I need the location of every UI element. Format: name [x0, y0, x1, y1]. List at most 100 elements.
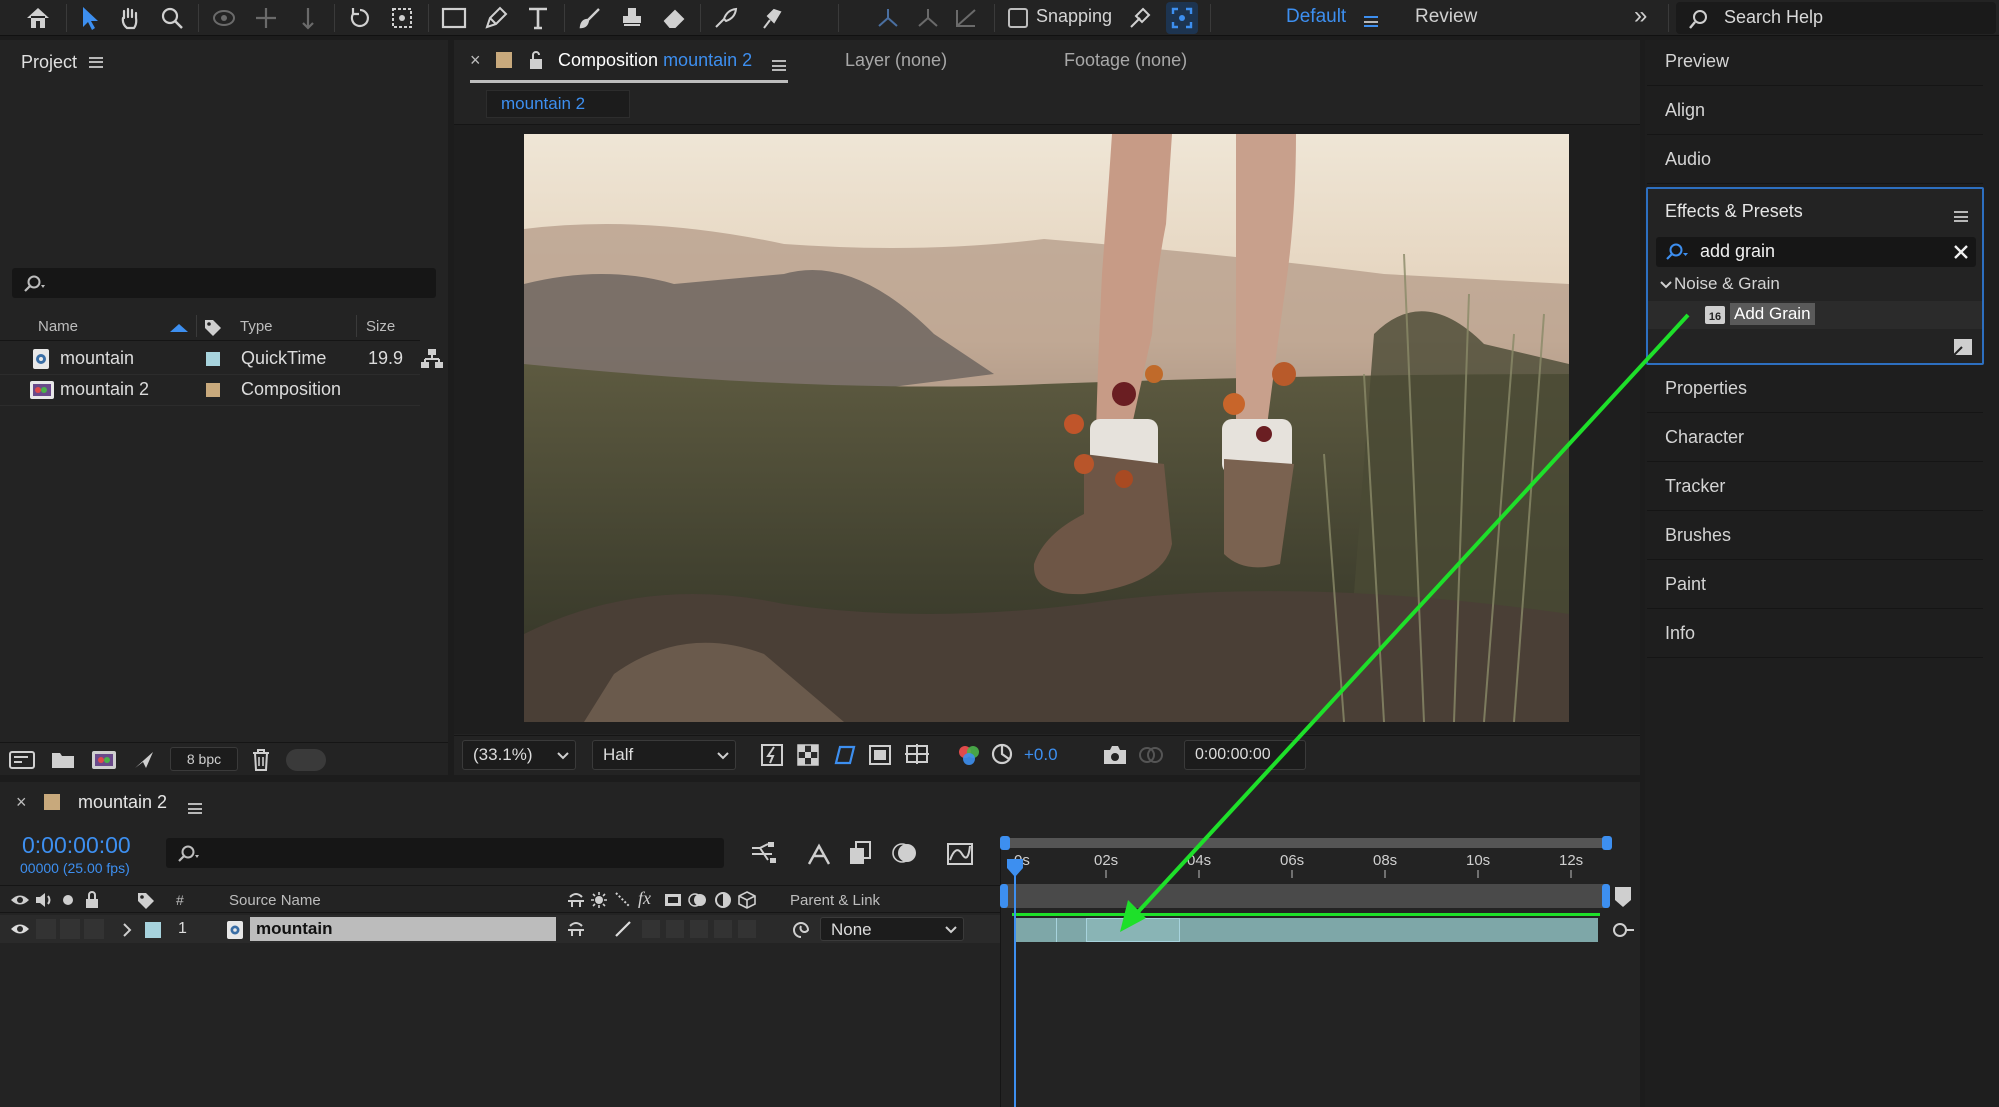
clone-stamp-tool-icon[interactable] [616, 2, 648, 34]
world-axis-mode-icon[interactable] [912, 2, 944, 34]
shy-switch-icon[interactable] [566, 891, 586, 909]
resolution-dropdown[interactable]: Half [592, 740, 736, 770]
lock-switch[interactable] [84, 919, 104, 939]
preview-panel[interactable]: Preview [1647, 38, 1983, 86]
new-preset-icon[interactable] [1952, 337, 1974, 357]
close-tab-icon[interactable]: × [470, 50, 481, 71]
eye-icon[interactable] [10, 893, 30, 907]
project-item-row[interactable]: mountain 2 Composition [0, 375, 420, 406]
region-of-interest-icon[interactable] [868, 743, 892, 767]
pan-camera-icon[interactable] [250, 2, 282, 34]
dolly-camera-icon[interactable] [292, 2, 324, 34]
info-panel[interactable]: Info [1647, 610, 1983, 658]
mask-visibility-icon[interactable] [832, 743, 858, 767]
workspace-review[interactable]: Review [1415, 6, 1477, 28]
properties-panel[interactable]: Properties [1647, 365, 1983, 413]
type-tool-icon[interactable] [522, 2, 554, 34]
composition-frame[interactable] [524, 134, 1569, 722]
label-color-swatch[interactable] [206, 352, 220, 366]
home-icon[interactable] [22, 2, 54, 34]
project-bpc-button[interactable]: 8 bpc [170, 747, 238, 771]
rotation-tool-icon[interactable] [344, 2, 376, 34]
render-queue-icon[interactable] [132, 749, 156, 771]
quality-switch-icon[interactable] [614, 891, 632, 909]
anchor-point-tool-icon[interactable] [386, 2, 418, 34]
composition-menu-icon[interactable] [772, 55, 786, 76]
pick-whip-icon[interactable] [790, 919, 812, 939]
close-tab-icon[interactable]: × [16, 792, 27, 813]
snapshot-camera-icon[interactable] [1102, 744, 1128, 766]
workspace-default[interactable]: Default [1286, 6, 1346, 28]
project-toggle[interactable] [286, 749, 326, 771]
grid-guides-icon[interactable] [904, 743, 930, 769]
tracker-panel[interactable]: Tracker [1647, 463, 1983, 511]
lock-icon[interactable] [528, 50, 544, 70]
snapping-options-icon[interactable] [1124, 2, 1156, 34]
snap-target-icon[interactable] [1166, 2, 1198, 34]
new-composition-icon[interactable] [90, 749, 118, 771]
solo-switch[interactable] [60, 919, 80, 939]
exposure-value[interactable]: +0.0 [1024, 745, 1058, 765]
lock-icon[interactable] [84, 890, 100, 910]
3d-layer-icon[interactable] [738, 891, 756, 909]
workspace-menu-icon[interactable] [1364, 11, 1378, 32]
view-axis-mode-icon[interactable] [950, 2, 982, 34]
show-snapshot-icon[interactable] [1138, 744, 1164, 766]
puppet-pin-tool-icon[interactable] [756, 2, 788, 34]
column-parent-link[interactable]: Parent & Link [790, 892, 880, 909]
search-help-field[interactable]: Search Help [1676, 2, 1996, 34]
current-time-indicator[interactable] [1014, 866, 1016, 1107]
brush-tool-icon[interactable] [574, 2, 606, 34]
work-area-start[interactable] [1000, 884, 1008, 908]
draft-3d-icon[interactable] [806, 842, 832, 866]
layer-tab[interactable]: Layer (none) [845, 50, 947, 71]
quality-line-icon[interactable] [614, 920, 632, 938]
paint-panel[interactable]: Paint [1647, 561, 1983, 609]
shy-switch-icon[interactable] [566, 920, 586, 938]
time-navigator-bar[interactable] [1000, 836, 1612, 850]
effects-menu-icon[interactable] [1954, 206, 1968, 227]
trash-icon[interactable] [250, 748, 272, 772]
fast-previews-icon[interactable] [760, 743, 784, 767]
work-area-end[interactable] [1602, 884, 1610, 908]
expand-chevron-icon[interactable] [122, 923, 132, 937]
project-menu-icon[interactable] [89, 56, 104, 68]
snapping-checkbox[interactable] [1008, 8, 1028, 28]
column-type[interactable]: Type [240, 318, 273, 335]
column-size[interactable]: Size [366, 318, 395, 335]
timeline-current-time[interactable]: 0:00:00:00 [22, 832, 131, 859]
pen-tool-icon[interactable] [480, 2, 512, 34]
frame-blending-icon[interactable] [848, 840, 874, 866]
label-tag-icon[interactable] [203, 318, 223, 336]
footage-tab[interactable]: Footage (none) [1064, 50, 1187, 71]
label-tag-icon[interactable] [136, 891, 156, 909]
frame-blend-switch-icon[interactable] [664, 891, 682, 909]
effect-item-add-grain[interactable]: 16 Add Grain [1648, 301, 1982, 329]
orbit-camera-icon[interactable] [208, 2, 240, 34]
playhead-handle-icon[interactable] [1006, 858, 1024, 878]
sort-ascending-icon[interactable] [168, 322, 190, 334]
roto-brush-tool-icon[interactable] [710, 2, 742, 34]
motion-blur-icon[interactable] [892, 840, 918, 866]
navigator-end-handle[interactable] [1602, 836, 1612, 850]
character-panel[interactable]: Character [1647, 414, 1983, 462]
comp-button-icon[interactable] [1610, 918, 1636, 942]
clear-search-icon[interactable] [1954, 245, 1968, 259]
zoom-tool-icon[interactable] [156, 2, 188, 34]
magnification-dropdown[interactable]: (33.1%) [462, 740, 576, 770]
timeline-search-input[interactable] [166, 838, 724, 868]
viewer-timecode[interactable]: 0:00:00:00 [1184, 740, 1306, 770]
label-color-swatch[interactable] [206, 383, 220, 397]
work-area-bar[interactable] [1000, 884, 1610, 908]
timeline-menu-icon[interactable] [188, 798, 202, 819]
comp-mini-flowchart-icon[interactable] [750, 842, 778, 866]
project-search-input[interactable] [12, 268, 436, 298]
transparency-grid-icon[interactable] [796, 743, 820, 767]
navigator-start-handle[interactable] [1000, 836, 1010, 850]
effects-search-input[interactable]: add grain [1656, 237, 1976, 267]
solo-dot-icon[interactable] [62, 894, 74, 906]
layer-label-swatch[interactable] [145, 922, 161, 938]
collapse-transform-icon[interactable] [590, 891, 608, 909]
comp-marker-bin-icon[interactable] [1614, 886, 1632, 908]
timeline-comp-name[interactable]: mountain 2 [78, 792, 167, 813]
